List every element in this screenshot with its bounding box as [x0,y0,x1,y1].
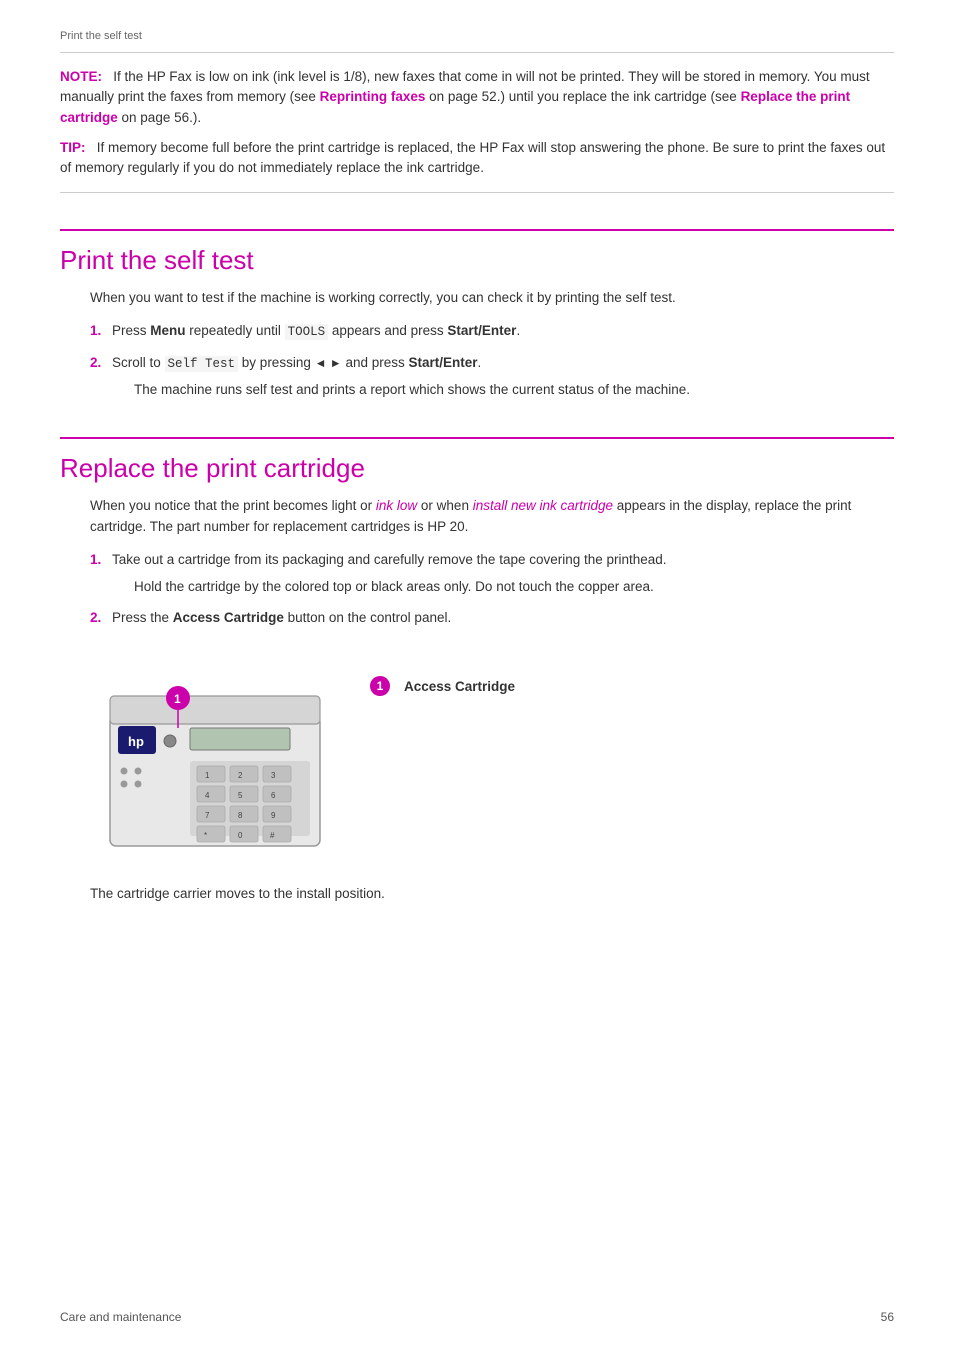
ink-low-text: ink low [376,498,417,513]
svg-text:#: # [270,831,275,840]
start-enter-bold1: Start/Enter [447,323,516,338]
figure-caption: The cartridge carrier moves to the insta… [90,884,894,905]
access-cartridge-bold: Access Cartridge [173,610,284,625]
tip-line: TIP: If memory become full before the pr… [60,138,894,179]
callout-number: 1 [370,676,390,696]
step-1: 1. Press Menu repeatedly until TOOLS app… [90,321,894,342]
callout-item-1: 1 Access Cartridge [370,676,515,696]
replace-step1-subtext: Hold the cartridge by the colored top or… [134,577,894,598]
section1-steps: 1. Press Menu repeatedly until TOOLS app… [90,321,894,401]
step1-content: Press Menu repeatedly until TOOLS appear… [112,321,894,342]
start-enter-bold2: Start/Enter [408,355,477,370]
svg-text:1: 1 [174,692,181,706]
svg-text:5: 5 [238,791,243,800]
step-2: 2. Scroll to Self Test by pressing ◄ ► a… [90,353,894,401]
replace-step2-number: 2. [90,608,112,629]
tools-mono: TOOLS [285,324,329,340]
step1-number: 1. [90,321,112,342]
arrow-keys: ◄ ► [315,356,342,370]
section-replace-cartridge: Replace the print cartridge When you not… [60,437,894,906]
replace-step2-content: Press the Access Cartridge button on the… [112,608,894,629]
note-line: NOTE: If the HP Fax is low on ink (ink l… [60,67,894,128]
svg-text:2: 2 [238,771,243,780]
tip-label: TIP: [60,140,86,155]
svg-text:9: 9 [271,811,276,820]
footer-right: 56 [881,1310,894,1324]
svg-text:hp: hp [128,734,144,749]
section1-heading: Print the self test [60,245,894,276]
section2-intro: When you notice that the print becomes l… [90,496,894,538]
svg-text:8: 8 [238,811,243,820]
section2-divider [60,437,894,439]
callout-label: Access Cartridge [404,679,515,694]
replace-step-2: 2. Press the Access Cartridge button on … [90,608,894,629]
section1-divider [60,229,894,231]
footer: Care and maintenance 56 [60,1310,894,1324]
replace-step-1: 1. Take out a cartridge from its packagi… [90,550,894,598]
section2-steps: 1. Take out a cartridge from its packagi… [90,550,894,629]
replace-step1-content: Take out a cartridge from its packaging … [112,550,894,598]
figure-area: hp [90,646,894,866]
section1-intro: When you want to test if the machine is … [90,288,894,309]
note-tip-box: NOTE: If the HP Fax is low on ink (ink l… [60,52,894,193]
svg-text:3: 3 [271,771,276,780]
note-text: If the HP Fax is low on ink (ink level i… [60,69,870,125]
svg-text:*: * [204,831,207,840]
svg-text:0: 0 [238,831,243,840]
footer-left: Care and maintenance [60,1310,181,1324]
fax-illustration: hp [90,646,340,866]
replace-step1-number: 1. [90,550,112,598]
svg-text:6: 6 [271,791,276,800]
section2-heading: Replace the print cartridge [60,453,894,484]
menu-bold: Menu [150,323,185,338]
tip-text: If memory become full before the print c… [60,140,885,175]
selftest-mono: Self Test [165,356,239,372]
install-new-ink-text: install new ink cartridge [473,498,613,513]
step2-subtext: The machine runs self test and prints a … [134,380,894,401]
step2-content: Scroll to Self Test by pressing ◄ ► and … [112,353,894,401]
reprinting-faxes-link[interactable]: Reprinting faxes [320,89,426,104]
breadcrumb: Print the self test [60,30,894,42]
section-print-self-test: Print the self test When you want to tes… [60,229,894,401]
svg-text:7: 7 [205,811,210,820]
note-label: NOTE: [60,69,102,84]
svg-text:1: 1 [205,771,210,780]
svg-text:4: 4 [205,791,210,800]
replace-print-cartridge-link[interactable]: Replace the print cartridge [60,89,850,124]
page: Print the self test NOTE: If the HP Fax … [0,0,954,1348]
callout-area: 1 Access Cartridge [370,646,515,696]
step2-number: 2. [90,353,112,401]
